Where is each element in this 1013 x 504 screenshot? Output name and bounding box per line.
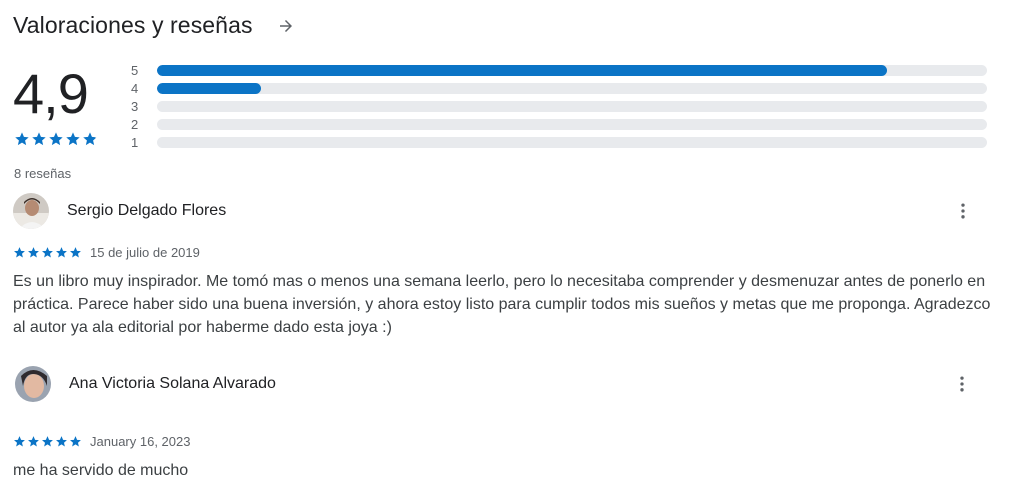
arrow-right-icon[interactable] xyxy=(275,15,297,37)
rating-bar-track xyxy=(157,136,987,148)
rating-distribution: 5 4 3 2 1 xyxy=(131,61,987,151)
average-rating: 4,9 xyxy=(13,62,89,125)
star-icon xyxy=(66,132,80,146)
review-text: me ha servido de mucho xyxy=(13,462,189,479)
star-icon xyxy=(83,132,97,146)
rating-bar-4: 4 xyxy=(131,79,987,97)
rating-bar-label: 3 xyxy=(131,98,139,114)
star-icon xyxy=(14,247,25,258)
review-date: 15 de julio de 2019 xyxy=(90,245,200,260)
rating-bar-1: 1 xyxy=(131,133,987,151)
rating-bar-3: 3 xyxy=(131,97,987,115)
rating-bar-track xyxy=(157,100,987,112)
rating-bar-label: 5 xyxy=(131,62,139,78)
more-vert-icon[interactable] xyxy=(951,199,975,223)
review-item: Ana Victoria Solana Alvarado January 16,… xyxy=(13,364,1003,482)
more-vert-icon[interactable] xyxy=(950,372,974,396)
rating-bar-label: 2 xyxy=(131,116,139,132)
review-stars xyxy=(13,435,82,448)
rating-bar-5: 5 xyxy=(131,61,987,79)
review-date: January 16, 2023 xyxy=(90,434,191,449)
star-icon xyxy=(56,247,67,258)
rating-bar-track xyxy=(157,118,987,130)
rating-bar-fill xyxy=(157,64,888,76)
star-icon xyxy=(28,247,39,258)
star-icon xyxy=(14,436,25,447)
review-count: 8 reseñas xyxy=(14,166,72,181)
reviewer-name: Sergio Delgado Flores xyxy=(67,202,227,219)
star-icon xyxy=(32,132,46,146)
review-stars xyxy=(13,246,82,259)
star-icon xyxy=(70,436,81,447)
rating-bar-track xyxy=(157,82,987,94)
review-item: Sergio Delgado Flores 15 de julio de 201… xyxy=(13,191,1003,339)
section-header: Valoraciones y reseñas xyxy=(13,12,297,39)
star-icon xyxy=(49,132,63,146)
section-title: Valoraciones y reseñas xyxy=(13,12,253,38)
rating-bar-label: 4 xyxy=(131,80,139,96)
star-icon xyxy=(42,436,53,447)
avatar[interactable] xyxy=(15,366,51,402)
star-icon xyxy=(42,247,53,258)
rating-bar-fill xyxy=(157,82,261,94)
rating-bar-track xyxy=(157,64,987,76)
star-icon xyxy=(70,247,81,258)
star-icon xyxy=(28,436,39,447)
star-icon xyxy=(56,436,67,447)
reviewer-name: Ana Victoria Solana Alvarado xyxy=(69,375,276,392)
rating-bar-2: 2 xyxy=(131,115,987,133)
star-icon xyxy=(15,132,29,146)
review-text: Es un libro muy inspirador. Me tomó mas … xyxy=(13,273,991,336)
rating-bar-label: 1 xyxy=(131,134,139,150)
avatar[interactable] xyxy=(13,193,49,229)
average-rating-stars xyxy=(14,131,98,147)
